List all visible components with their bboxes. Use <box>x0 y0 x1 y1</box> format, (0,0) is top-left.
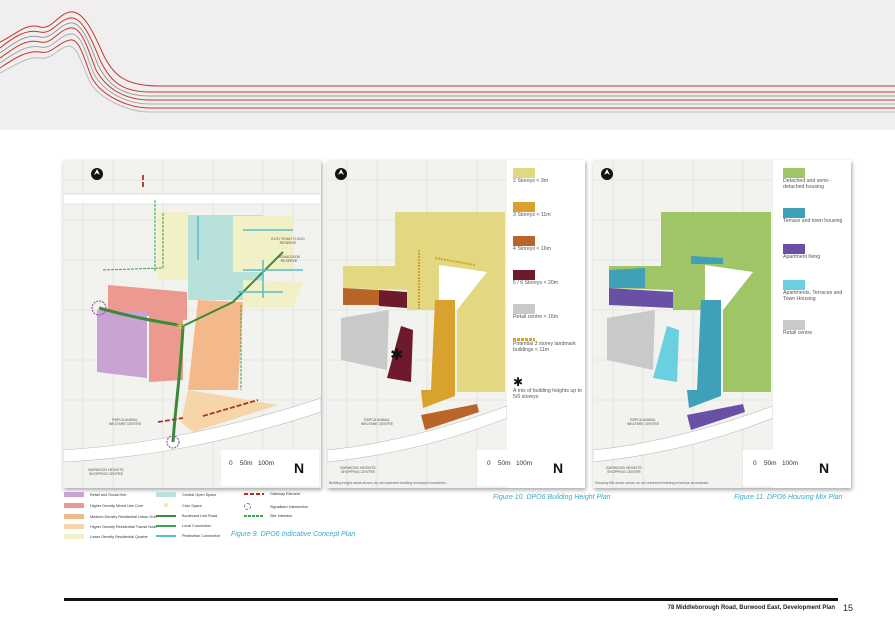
shopping-centre-label: BURWOOD HEIGHTS SHOPPING CENTRE <box>340 466 376 474</box>
rspca-label: RSPCA ANIMAL WELFARE CENTRE <box>360 418 394 426</box>
shopping-centre-label: BURWOOD HEIGHTS SHOPPING CENTRE <box>606 466 642 474</box>
svg-text:✳: ✳ <box>175 319 185 333</box>
north-arrow-icon: N <box>294 460 305 476</box>
svg-text:✱: ✱ <box>390 347 403 364</box>
scale-bar: 0 50m 100m <box>229 460 275 467</box>
page-number: 15 <box>843 603 854 613</box>
donaldson-reserve-label: DONALDSON RESERVE <box>277 255 301 263</box>
figure11-map: Detached and semi-detached housing Terra… <box>593 160 851 488</box>
footer-rule <box>64 598 838 601</box>
figure10-caption: Figure 10. DPO6 Building Height Plan <box>493 494 611 501</box>
asterisk-icon: ✱ <box>513 375 524 389</box>
north-arrow-icon: N <box>819 460 830 476</box>
housing-plan-note: Housing Mix areas shown do not represent… <box>595 481 710 485</box>
document-page: ✳ ELGY ROAD FLOOD RESERVE DONALDSON RESE… <box>0 0 895 633</box>
housing-legend: Detached and semi-detached housing Terra… <box>783 168 849 354</box>
elgy-reserve-label: ELGY ROAD FLOOD RESERVE <box>271 237 305 245</box>
figure11-caption: Figure 11. DPO6 Housing Mix Plan <box>734 494 843 501</box>
scale-bar: 0 50m 100m <box>487 460 533 467</box>
contour-lines-graphic <box>0 11 895 113</box>
scale-bar: 0 50m 100m <box>753 460 799 467</box>
shopping-centre-label: BURWOOD HEIGHTS SHOPPING CENTRE <box>88 468 124 476</box>
header-banner <box>0 0 895 130</box>
footer-title: 78 Middleborough Road, Burwood East, Dev… <box>667 605 835 611</box>
figure9-caption: Figure 9. DPO6 Indicative Concept Plan <box>231 531 356 538</box>
height-legend: 2 Storeys < 9m 3 Storeys < 11m 4 Storeys… <box>513 168 583 416</box>
rspca-label: RSPCA ANIMAL WELFARE CENTRE <box>626 418 660 426</box>
height-plan-note: Building height areas shown do not repre… <box>329 481 447 485</box>
north-arrow-icon: N <box>553 460 564 476</box>
concept-plan-svg: ✳ <box>63 160 321 488</box>
rspca-label: RSPCA ANIMAL WELFARE CENTRE <box>108 418 142 426</box>
figure9-map: ✳ ELGY ROAD FLOOD RESERVE DONALDSON RESE… <box>63 160 321 488</box>
figure10-map: ✱ 2 Storeys < 9m 3 Storeys < 11m 4 Store… <box>327 160 585 488</box>
